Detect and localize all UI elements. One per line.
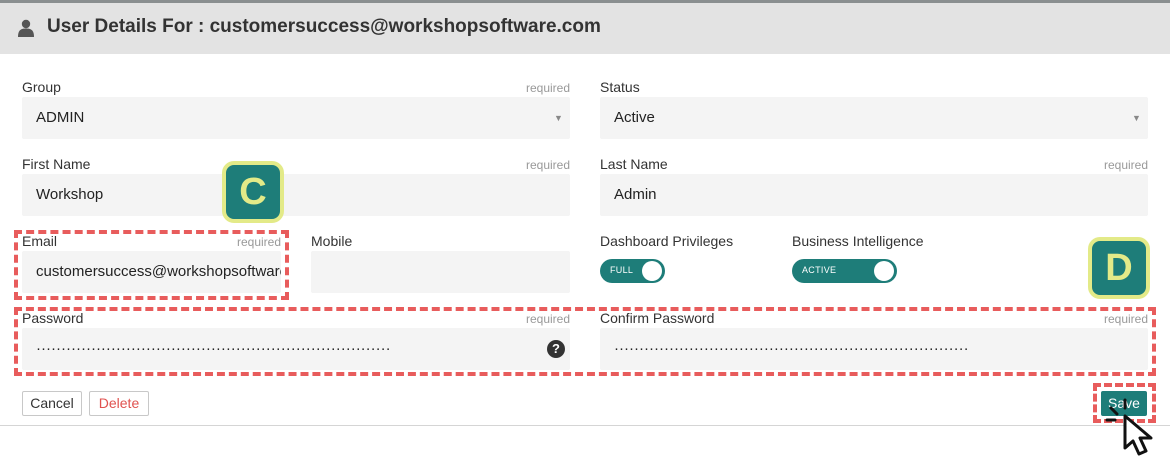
first-name-required-hint: required bbox=[525, 158, 570, 172]
mobile-input[interactable] bbox=[311, 251, 570, 293]
panel-header: User Details For : customersuccess@works… bbox=[0, 3, 1170, 54]
last-name-value: Admin bbox=[614, 186, 657, 203]
dashboard-privileges-toggle[interactable]: FULL bbox=[600, 259, 665, 283]
last-name-required-hint: required bbox=[1103, 158, 1148, 172]
first-name-input[interactable]: Workshop bbox=[22, 174, 570, 216]
dashboard-privileges-label: Dashboard Privileges bbox=[600, 233, 734, 249]
annotation-badge-c: C bbox=[222, 161, 284, 223]
business-intelligence-label: Business Intelligence bbox=[792, 233, 924, 249]
status-select[interactable]: Active ▼ bbox=[600, 97, 1148, 139]
annotation-badge-d: D bbox=[1088, 237, 1150, 299]
status-label: Status bbox=[600, 79, 640, 95]
business-intelligence-toggle-text: ACTIVE bbox=[802, 265, 837, 275]
mobile-label: Mobile bbox=[311, 233, 353, 249]
user-icon bbox=[18, 19, 34, 37]
last-name-label: Last Name bbox=[600, 156, 668, 172]
cancel-button[interactable]: Cancel bbox=[22, 391, 82, 416]
last-name-input[interactable]: Admin bbox=[600, 174, 1148, 216]
group-select[interactable]: ADMIN ▼ bbox=[22, 97, 570, 139]
group-label: Group bbox=[22, 79, 61, 95]
status-value: Active bbox=[614, 109, 655, 126]
chevron-down-icon: ▼ bbox=[1132, 113, 1141, 123]
business-intelligence-toggle[interactable]: ACTIVE bbox=[792, 259, 897, 283]
pointer-cursor-icon bbox=[1105, 398, 1153, 456]
dashboard-privileges-toggle-text: FULL bbox=[610, 265, 634, 275]
email-highlight-box bbox=[14, 230, 289, 300]
password-highlight-box bbox=[14, 307, 1156, 376]
chevron-down-icon: ▼ bbox=[554, 113, 563, 123]
toggle-knob bbox=[874, 261, 894, 281]
first-name-value: Workshop bbox=[36, 186, 104, 203]
group-value: ADMIN bbox=[36, 109, 85, 126]
toggle-knob bbox=[642, 261, 662, 281]
page-title: User Details For : customersuccess@works… bbox=[47, 16, 601, 37]
first-name-label: First Name bbox=[22, 156, 91, 172]
delete-button[interactable]: Delete bbox=[89, 391, 149, 416]
group-required-hint: required bbox=[525, 81, 570, 95]
